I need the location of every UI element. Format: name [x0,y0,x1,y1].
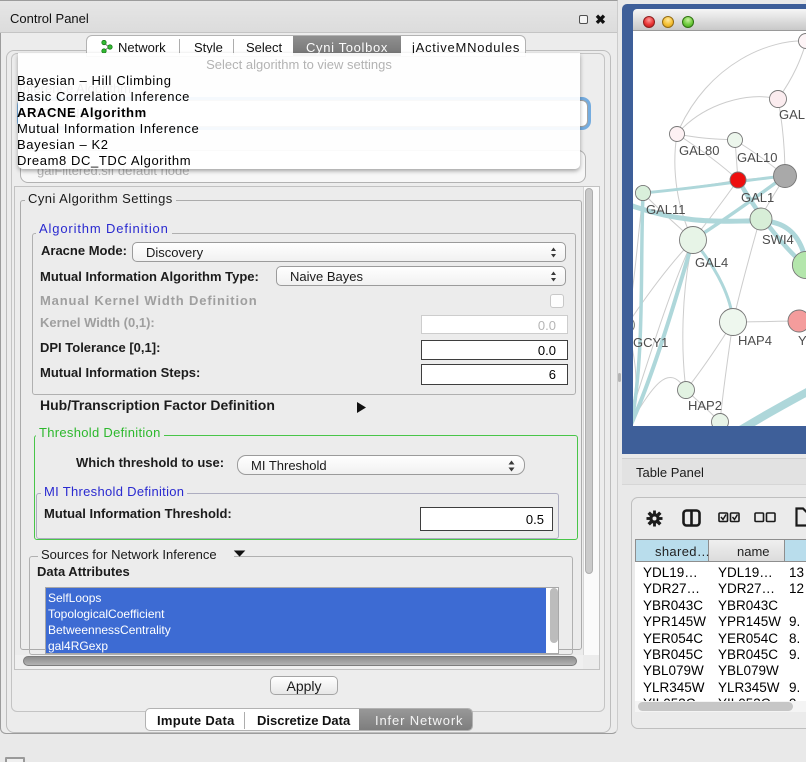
svg-text:HAP4: HAP4 [738,333,772,348]
svg-text:GAL: GAL [779,107,805,122]
svg-text:GAL1: GAL1 [741,190,774,205]
svg-text:GAL4: GAL4 [695,255,728,270]
svg-text:GAL11: GAL11 [646,202,686,217]
svg-text:GCY1: GCY1 [633,335,668,350]
svg-text:GAL80: GAL80 [679,143,719,158]
svg-text:HAP2: HAP2 [688,398,722,413]
svg-text:SWI4: SWI4 [762,232,794,247]
svg-text:Y: Y [798,333,806,348]
svg-text:GAL10: GAL10 [737,150,777,165]
